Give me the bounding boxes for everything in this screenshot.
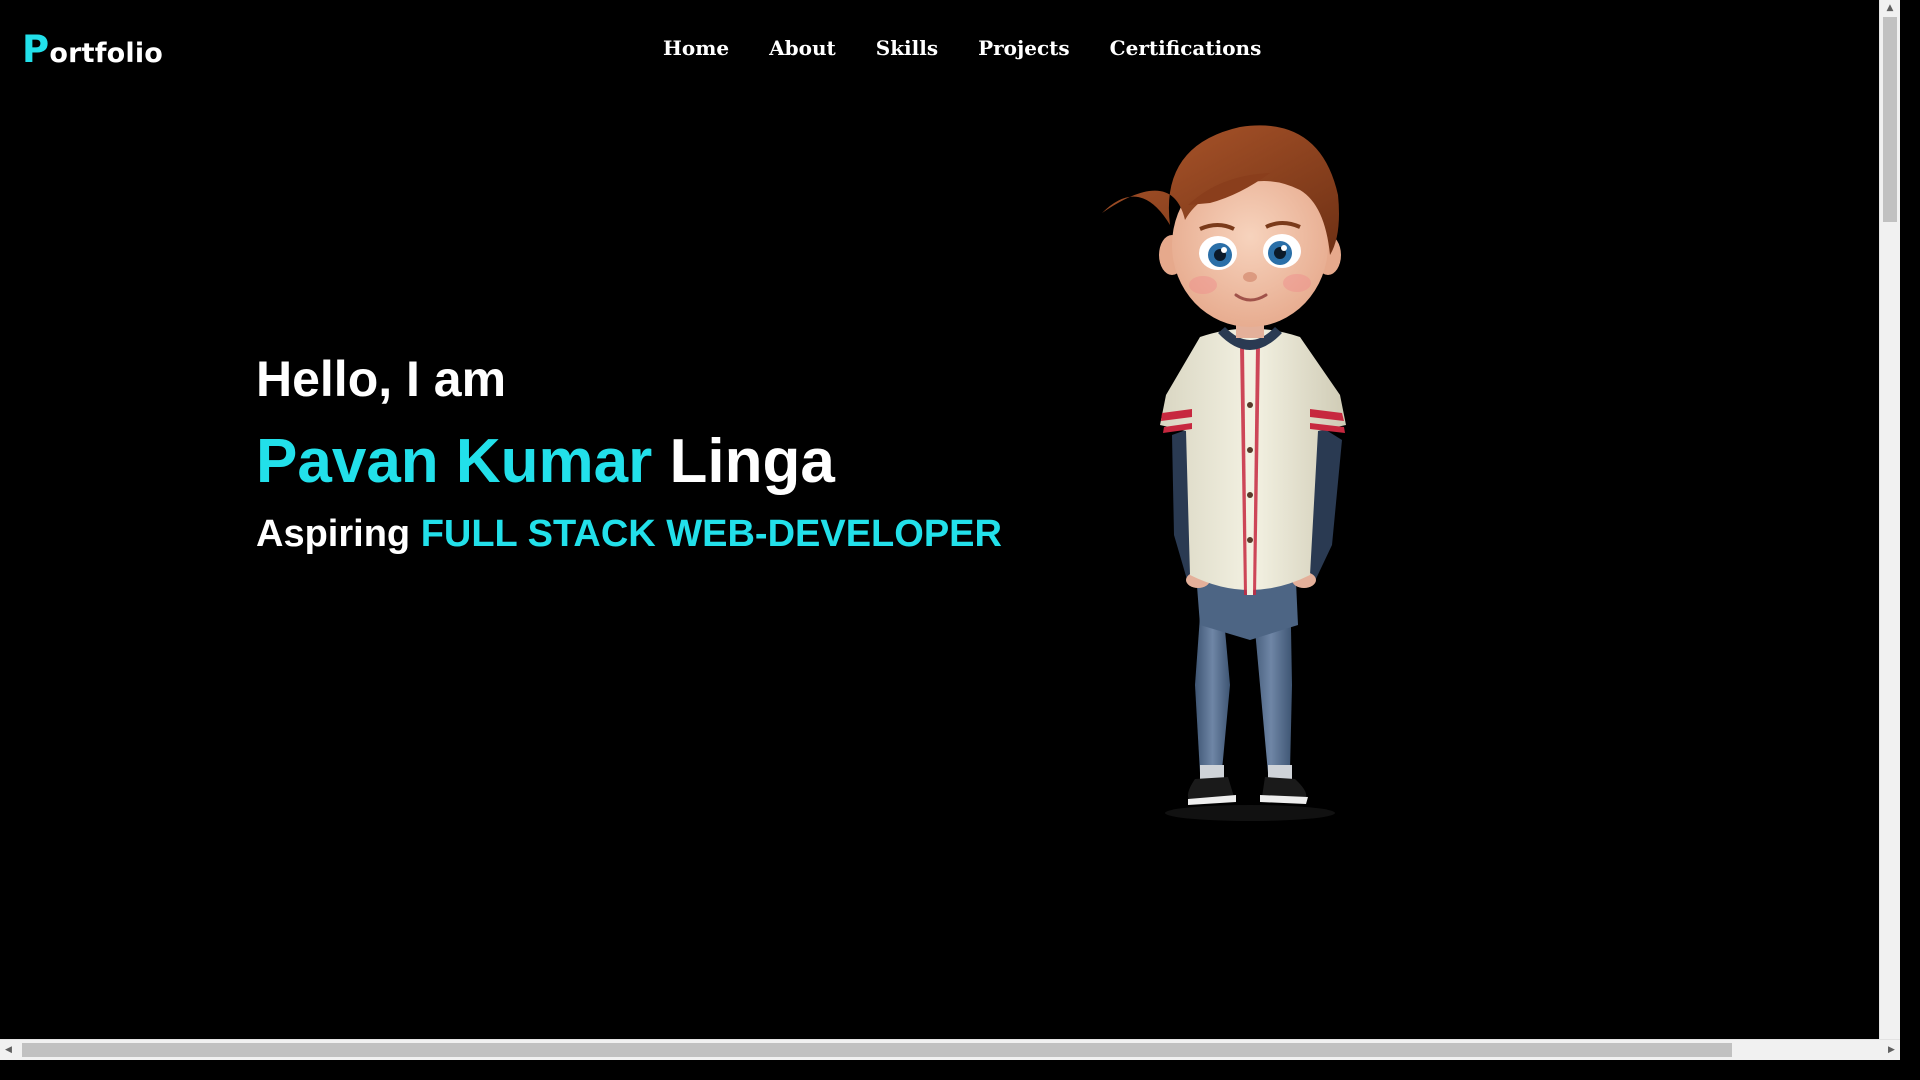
nav-projects[interactable]: Projects [978, 36, 1070, 60]
nav-about[interactable]: About [769, 36, 836, 60]
hero-greeting: Hello, I am [256, 351, 507, 407]
hero-name: Pavan Kumar Linga [256, 424, 1002, 500]
scroll-right-icon[interactable]: ▶ [1883, 1040, 1900, 1060]
horizontal-scroll-thumb[interactable] [22, 1043, 1732, 1057]
nav-certifications[interactable]: Certifications [1110, 36, 1262, 60]
main-nav: Home About Skills Projects Certification… [663, 36, 1261, 60]
hero-role: Aspiring FULL STACK WEB-DEVELOPER [256, 510, 1002, 558]
hero-name-first: Pavan Kumar [256, 427, 653, 496]
hero-role-title: FULL STACK WEB-DEVELOPER [420, 513, 1002, 555]
nav-home[interactable]: Home [663, 36, 729, 60]
logo-first-letter: P [22, 28, 50, 71]
horizontal-scrollbar[interactable]: ◀ ▶ [0, 1039, 1900, 1060]
logo-rest: ortfolio [49, 38, 164, 69]
hero-section: Hello, I am Pavan Kumar Linga Aspiring F… [256, 348, 1002, 558]
scroll-left-icon[interactable]: ◀ [0, 1040, 17, 1060]
hero-name-last: Linga [669, 427, 835, 496]
vertical-scroll-thumb[interactable] [1883, 17, 1897, 222]
cartoon-boy-icon [1100, 105, 1390, 825]
scroll-up-icon[interactable]: ▲ [1880, 0, 1900, 17]
vertical-scrollbar[interactable]: ▲ ▼ [1879, 0, 1900, 1060]
nav-skills[interactable]: Skills [876, 36, 938, 60]
site-logo[interactable]: Portfolio [22, 28, 163, 71]
portfolio-page: Portfolio Home About Skills Projects Cer… [0, 0, 1900, 1060]
hero-role-prefix: Aspiring [256, 513, 411, 555]
